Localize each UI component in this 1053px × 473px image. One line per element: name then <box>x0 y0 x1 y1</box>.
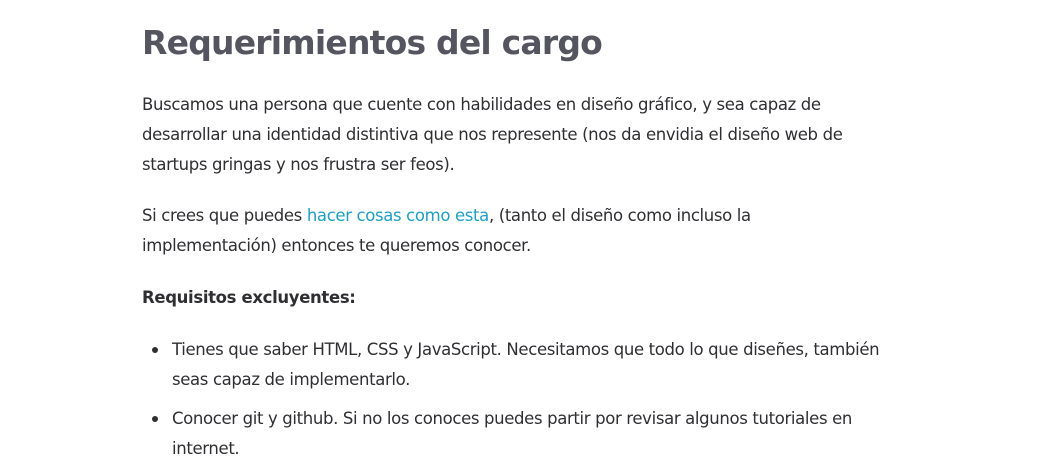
portfolio-paragraph: Si crees que puedes hacer cosas como est… <box>142 201 887 261</box>
requirements-list: Tienes que saber HTML, CSS y JavaScript.… <box>142 335 887 464</box>
bullet-icon <box>152 416 158 422</box>
portfolio-text-before: Si crees que puedes <box>142 206 307 225</box>
requirements-label-paragraph: Requisitos excluyentes: <box>142 283 887 313</box>
list-item: Tienes que saber HTML, CSS y JavaScript.… <box>152 335 887 395</box>
article-content: Requerimientos del cargo Buscamos una pe… <box>142 0 887 473</box>
requirement-text: Conocer git y github. Si no los conoces … <box>172 409 852 458</box>
description-paragraph: Buscamos una persona que cuente con habi… <box>142 95 843 174</box>
requirement-text: Tienes que saber HTML, CSS y JavaScript.… <box>172 340 880 389</box>
requirements-label: Requisitos excluyentes: <box>142 288 356 307</box>
section-heading: Requerimientos del cargo <box>142 23 603 62</box>
list-item: Conocer git y github. Si no los conoces … <box>152 404 887 464</box>
bullet-icon <box>152 347 158 353</box>
example-work-link[interactable]: hacer cosas como esta <box>307 206 489 225</box>
